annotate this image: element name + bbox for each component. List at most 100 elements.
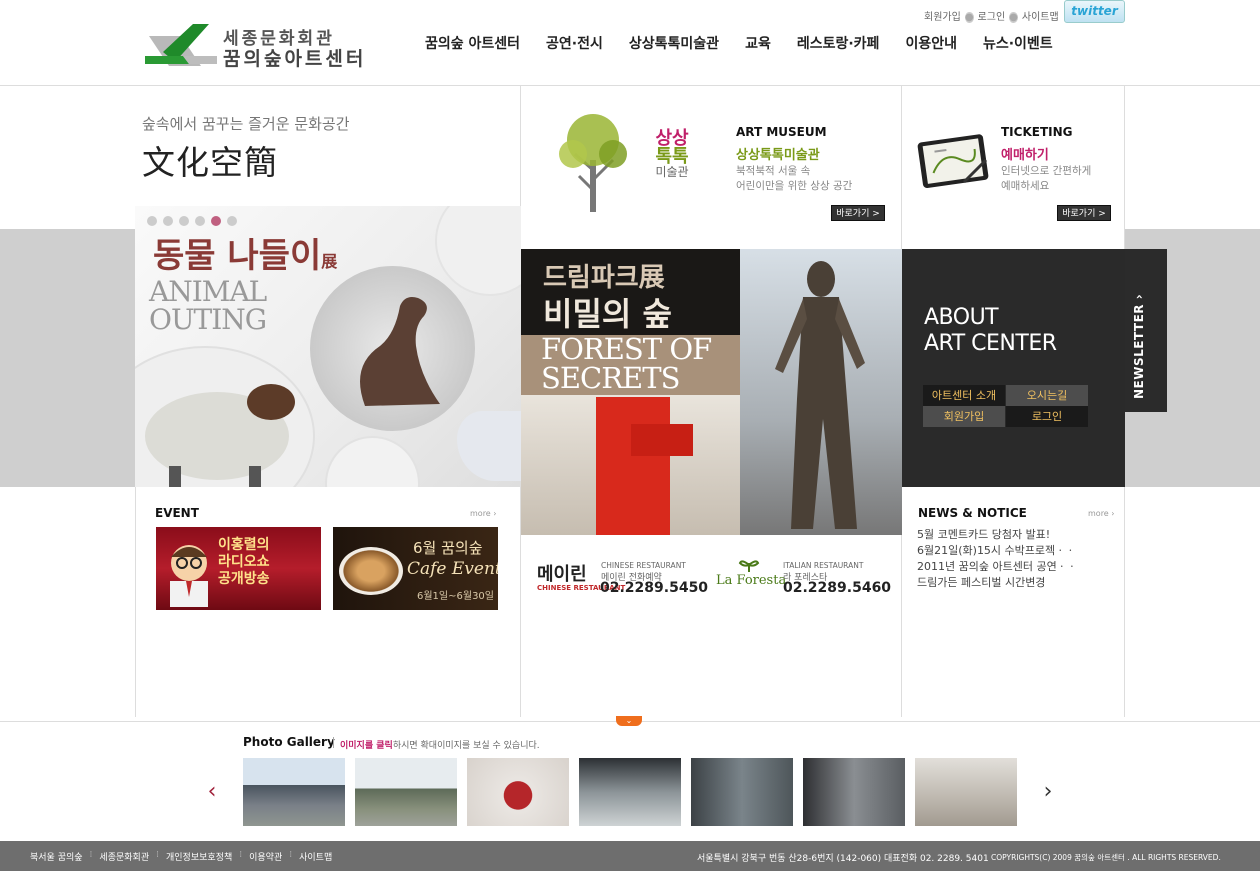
- ticketing-desc-line: 예매하세요: [1001, 180, 1050, 192]
- footer-address: 서울특별시 강북구 번동 산28-6번지 (142-060) 대표전화 02. …: [697, 854, 989, 864]
- animal-title-ko-text: 동물 나들이: [153, 236, 322, 276]
- ticketing-desc-line: 인터넷으로 간편하게: [1001, 165, 1092, 177]
- gallery-thumb[interactable]: [579, 758, 681, 826]
- gallery-thumb[interactable]: [803, 758, 905, 826]
- bg-circle: [435, 206, 521, 296]
- news-item[interactable]: 6월21일(화)15시 수박프로젝ㆍㆍ: [917, 543, 1077, 559]
- meilin-logo-text: 메이린: [537, 564, 587, 585]
- pager-dot[interactable]: [163, 216, 173, 226]
- gallery-note-text: 하시면 확대이미지를 보실 수 있습니다.: [392, 741, 540, 751]
- news-list: 5월 코멘트카드 당첨자 발표! 6월21일(화)15시 수박프로젝ㆍㆍ 201…: [917, 527, 1077, 591]
- nav-guide[interactable]: 이용안내: [892, 33, 970, 53]
- la-foresta-phone: 02.2289.5460: [783, 580, 892, 596]
- nav-restaurant[interactable]: 레스토랑·카페: [784, 33, 893, 53]
- tagline-sub: 숲속에서 꿈꾸는 즐거운 문화공간: [142, 115, 350, 133]
- cafe-event-period: 6월1일~6월30일: [417, 591, 494, 602]
- animal-outing-banner[interactable]: 동물 나들이展 ANIMAL OUTING: [135, 206, 521, 487]
- museum-desc-line: 북적북적 서울 속: [736, 165, 811, 177]
- pager-dot[interactable]: [211, 216, 221, 226]
- util-join-link[interactable]: 회원가입: [924, 12, 961, 23]
- about-join-button[interactable]: 회원가입: [923, 406, 1005, 427]
- gallery-thumb[interactable]: [691, 758, 793, 826]
- nav-performance[interactable]: 공연·전시: [533, 33, 616, 53]
- about-directions-button[interactable]: 오시는길: [1006, 385, 1088, 406]
- banner-pager: [147, 216, 237, 226]
- nav-education[interactable]: 교육: [732, 33, 784, 53]
- gallery-thumb[interactable]: [243, 758, 345, 826]
- leaf-icon: [738, 560, 760, 572]
- about-art-center-panel: ABOUT ART CENTER 아트센터 소개 오시는길 회원가입 로그인: [902, 249, 1125, 487]
- tree-icon: [559, 114, 627, 212]
- gallery-title: Photo Gallery: [243, 735, 335, 749]
- ticketing-go-button[interactable]: 바로가기 >: [1057, 205, 1111, 221]
- news-item[interactable]: 드림가든 페스티벌 시간변경: [917, 575, 1077, 591]
- animal-title-suffix: 展: [321, 252, 338, 271]
- news-title: NEWS & NOTICE: [918, 506, 1027, 520]
- cafe-event-title: Cafe Event!: [407, 559, 498, 579]
- pager-dot[interactable]: [179, 216, 189, 226]
- news-item[interactable]: 5월 코멘트카드 당첨자 발표!: [917, 527, 1077, 543]
- nav-art-center[interactable]: 꿈의숲 아트센터: [412, 33, 533, 53]
- news-item[interactable]: 2011년 꿈의숲 아트센터 공연ㆍㆍ: [917, 559, 1077, 575]
- gallery-note: 이미지를 클릭하시면 확대이미지를 보실 수 있습니다.: [340, 738, 540, 751]
- util-sitemap-link[interactable]: 사이트맵: [1022, 12, 1059, 23]
- pager-dot[interactable]: [195, 216, 205, 226]
- nav-museum[interactable]: 상상톡톡미술관: [616, 33, 732, 53]
- logo-text-bottom: 꿈의숲아트센터: [223, 48, 367, 70]
- pager-dot[interactable]: [147, 216, 157, 226]
- newsletter-label: NEWSLETTER ›: [1132, 294, 1146, 399]
- animal-title-en: ANIMAL OUTING: [149, 275, 267, 336]
- logo-mark-icon: [145, 24, 217, 66]
- gallery-thumb[interactable]: [467, 758, 569, 826]
- gallery-note-highlight: 이미지를 클릭: [340, 741, 393, 751]
- about-login-button[interactable]: 로그인: [1006, 406, 1088, 427]
- la-foresta-logo[interactable]: La Foresta: [716, 573, 786, 588]
- cafe-event-month: 6월 꿈의숲: [413, 539, 483, 557]
- chevron-left-icon: ‹: [207, 779, 217, 804]
- footer-link[interactable]: 세종문화회관: [99, 850, 149, 863]
- nav-news[interactable]: 뉴스·이벤트: [970, 33, 1066, 53]
- about-intro-button[interactable]: 아트센터 소개: [923, 385, 1005, 406]
- ticketing-subtitle: 예매하기: [1001, 148, 1049, 163]
- newsletter-tab[interactable]: NEWSLETTER ›: [1125, 249, 1167, 412]
- museum-subtitle: 상상톡톡미술관: [736, 148, 820, 163]
- footer-link[interactable]: 이용약관: [249, 850, 282, 863]
- gallery-thumb[interactable]: [355, 758, 457, 826]
- coffee-cup-icon: [339, 547, 403, 595]
- gallery-title-separator: [333, 737, 334, 748]
- pager-dot[interactable]: [227, 216, 237, 226]
- gallery-prev-button[interactable]: ‹: [205, 779, 219, 804]
- chevron-down-icon: ⌄: [625, 716, 633, 725]
- gallery-next-button[interactable]: ›: [1041, 781, 1055, 803]
- museum-brand: 상상 톡톡 미술관: [642, 130, 702, 179]
- museum-desc: 북적북적 서울 속 어린이만을 위한 상상 공간: [736, 164, 852, 194]
- gallery-thumb[interactable]: [915, 758, 1017, 826]
- tagline-main: 文化空簡: [142, 143, 278, 182]
- meilin-phone: 02.2289.5450: [600, 580, 709, 596]
- museum-desc-line: 어린이만을 위한 상상 공간: [736, 180, 853, 192]
- cafe-event-banner[interactable]: 6월 꿈의숲 Cafe Event! 6월1일~6월30일: [333, 527, 498, 610]
- page: 세종문화회관 꿈의숲아트센터 회원가입 ● 로그인 ● 사이트맵 twitter 꿈의숲…: [0, 0, 1260, 871]
- ticketing-desc: 인터넷으로 간편하게 예매하세요: [1001, 164, 1091, 194]
- twitter-button[interactable]: twitter: [1064, 0, 1125, 23]
- footer-link[interactable]: 북서울 꿈의숲: [30, 850, 83, 863]
- seal-sculpture-icon: [360, 297, 440, 406]
- event-more-link[interactable]: more ›: [470, 509, 496, 518]
- footer-links: 북서울 꿈의숲 ⁞ 세종문화회관 ⁞ 개인정보보호정책 ⁞ 이용약관 ⁞ 사이트맵: [30, 850, 333, 863]
- news-more-link[interactable]: more ›: [1088, 509, 1114, 518]
- footer-copyright: COPYRIGHTS(C) 2009 꿈의숲 아트센터 . ALL RIGHTS…: [991, 853, 1221, 862]
- forest-of-secrets-banner[interactable]: 드림파크展 비밀의 숲 FOREST OF SECRETS: [521, 249, 902, 535]
- sheep-sculpture-icon: [145, 384, 295, 487]
- red-sculpture: [596, 397, 670, 535]
- footer-link[interactable]: 사이트맵: [299, 850, 332, 863]
- site-logo[interactable]: 세종문화회관 꿈의숲아트센터: [143, 22, 398, 70]
- footer: 북서울 꿈의숲 ⁞ 세종문화회관 ⁞ 개인정보보호정책 ⁞ 이용약관 ⁞ 사이트맵 서울…: [0, 841, 1260, 871]
- util-login-link[interactable]: 로그인: [978, 12, 1006, 23]
- footer-link[interactable]: 개인정보보호정책: [166, 850, 232, 863]
- animal-title-ko: 동물 나들이展: [153, 228, 337, 277]
- radio-show-event-banner[interactable]: 이홍렬의 라디오쇼 공개방송: [156, 527, 321, 610]
- chevron-right-icon: ›: [1132, 293, 1146, 300]
- cartoon-host-icon: [170, 545, 208, 607]
- gallery-toggle-button[interactable]: ⌄: [616, 716, 642, 726]
- museum-go-button[interactable]: 바로가기 >: [831, 205, 885, 221]
